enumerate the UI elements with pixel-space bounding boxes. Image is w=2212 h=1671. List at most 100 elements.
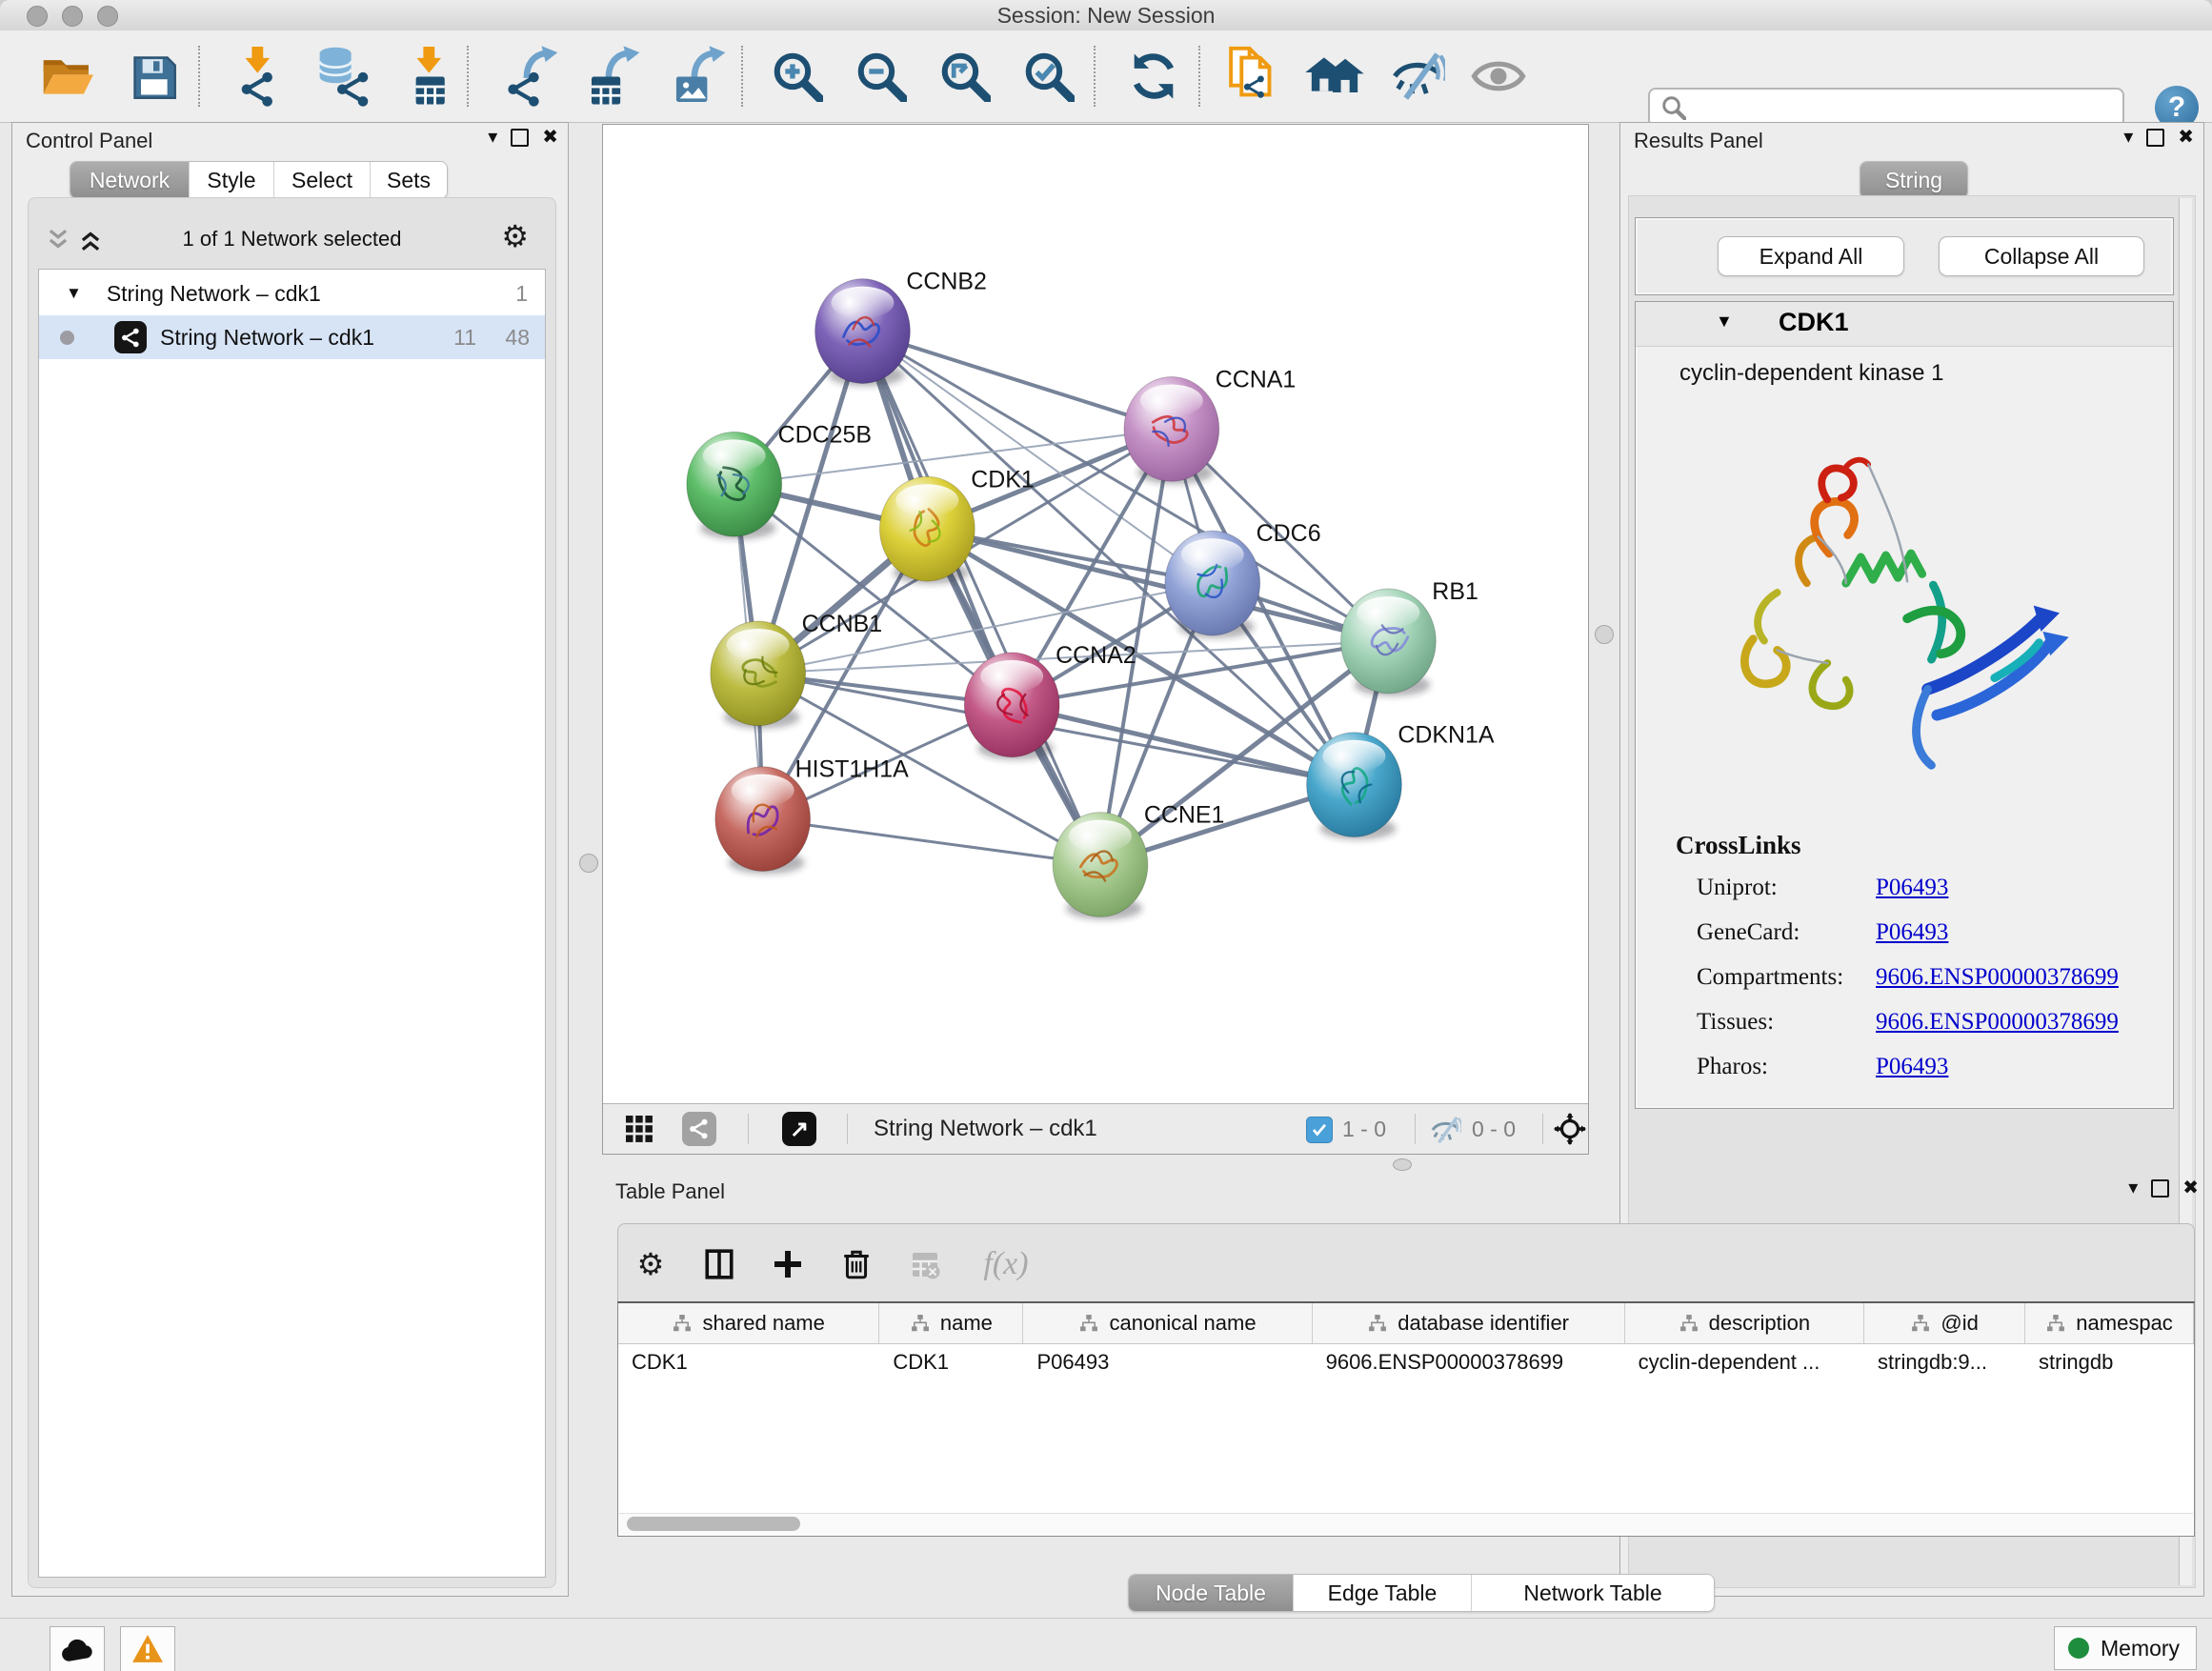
crosslink-link[interactable]: P06493	[1876, 875, 1948, 901]
splitter-handle-horizontal[interactable]	[1393, 1158, 1412, 1171]
open-in-browser-chip[interactable]: ↗	[782, 1112, 816, 1146]
network-edge-CCNA2-CDKN1A[interactable]	[1012, 705, 1354, 785]
grid-view-icon[interactable]	[624, 1114, 654, 1144]
table-panel-float-icon[interactable]	[2151, 1179, 2169, 1198]
column-header-shared-name[interactable]: shared name	[618, 1303, 879, 1343]
zoom-out-button[interactable]	[850, 44, 913, 109]
control-panel-close-icon[interactable]: ✖	[542, 128, 558, 147]
refresh-button[interactable]	[1122, 44, 1185, 109]
expand-all-button[interactable]: Expand All	[1718, 236, 1904, 276]
zoom-fit-button[interactable]	[934, 44, 996, 109]
export-network-button[interactable]	[501, 44, 564, 109]
network-canvas[interactable]: CCNB2CCNA1CDC25BCDK1CDC6RB1CCNB1CCNA2CDK…	[603, 125, 1588, 1104]
tab-style[interactable]: Style	[190, 162, 274, 198]
results-panel-menu-icon[interactable]: ▾	[2123, 128, 2133, 147]
table-cell[interactable]: stringdb:9...	[1864, 1343, 2025, 1381]
table-cell[interactable]: stringdb	[2025, 1343, 2194, 1381]
fit-content-crosshair-icon[interactable]	[1554, 1113, 1586, 1145]
tab-node-table[interactable]: Node Table	[1129, 1575, 1294, 1611]
clone-network-button[interactable]	[1219, 44, 1282, 109]
network-edge-HIST1H1A-CCNE1[interactable]	[763, 819, 1100, 865]
table-cell[interactable]: P06493	[1023, 1343, 1312, 1381]
crosslink-link[interactable]: 9606.ENSP00000378699	[1876, 964, 2119, 991]
network-edge-CCNB2-CCNE1[interactable]	[862, 332, 1100, 865]
network-node-RB1[interactable]: RB1	[1340, 578, 1478, 696]
crosslink-link[interactable]: 9606.ENSP00000378699	[1876, 1009, 2119, 1036]
expand-collapse-box: Expand All Collapse All	[1635, 217, 2174, 295]
tab-string[interactable]: String	[1860, 162, 1967, 198]
column-header-canonical-name[interactable]: canonical name	[1023, 1303, 1312, 1343]
network-node-CCNB1[interactable]: CCNB1	[711, 611, 882, 729]
table-cell[interactable]: cyclin-dependent ...	[1625, 1343, 1864, 1381]
warnings-button[interactable]	[120, 1626, 175, 1671]
tab-sets[interactable]: Sets	[371, 162, 447, 198]
tab-edge-table[interactable]: Edge Table	[1294, 1575, 1472, 1611]
show-columns-button[interactable]	[698, 1243, 740, 1285]
crosslink-label: GeneCard:	[1697, 919, 1876, 946]
selected-nodes-checkbox[interactable]	[1306, 1117, 1333, 1143]
column-header-namespac[interactable]: namespac	[2025, 1303, 2194, 1343]
import-network-file-button[interactable]	[227, 44, 290, 109]
hide-graphics-details-button[interactable]	[1387, 44, 1450, 109]
control-panel-menu-icon[interactable]: ▾	[488, 128, 497, 147]
search-input[interactable]	[1694, 94, 2107, 121]
table-panel-close-icon[interactable]: ✖	[2182, 1178, 2199, 1198]
table-cell[interactable]: 9606.ENSP00000378699	[1313, 1343, 1625, 1381]
tab-select[interactable]: Select	[274, 162, 371, 198]
open-file-button[interactable]	[36, 44, 99, 109]
zoom-selected-button[interactable]	[1017, 44, 1080, 109]
scrollbar-thumb[interactable]	[627, 1517, 800, 1531]
network-collection-row[interactable]: ▼ String Network – cdk1 1	[39, 272, 545, 315]
save-session-button[interactable]	[122, 44, 185, 109]
memory-button[interactable]: Memory	[2054, 1626, 2197, 1670]
network-options-gear-icon[interactable]: ⚙	[501, 221, 529, 252]
show-all-panels-button[interactable]	[1303, 44, 1366, 109]
show-graphics-details-button[interactable]	[1467, 44, 1530, 109]
column-header-database-identifier[interactable]: database identifier	[1313, 1303, 1625, 1343]
splitter-handle-right[interactable]	[1595, 625, 1614, 644]
control-panel-float-icon[interactable]	[511, 129, 529, 147]
table-panel-menu-icon[interactable]: ▾	[2128, 1178, 2138, 1198]
add-column-button[interactable]	[767, 1243, 809, 1285]
table-cell[interactable]: CDK1	[879, 1343, 1023, 1381]
protein-section: ▼ CDK1 cyclin-dependent kinase 1	[1635, 301, 2174, 1109]
network-edge-CCNB2-CCNA1[interactable]	[862, 332, 1171, 430]
column-label: database identifier	[1398, 1311, 1569, 1336]
table-horizontal-scrollbar[interactable]	[619, 1513, 2193, 1535]
function-builder-button-disabled[interactable]: f(x)	[973, 1243, 1039, 1285]
network-node-HIST1H1A[interactable]: HIST1H1A	[715, 756, 909, 875]
eye-icon	[1471, 56, 1526, 96]
network-node-CCNA2[interactable]: CCNA2	[964, 642, 1136, 760]
network-view-share-chip[interactable]	[682, 1112, 716, 1146]
network-node-CDKN1A[interactable]: CDKN1A	[1307, 722, 1495, 840]
column-header-name[interactable]: name	[879, 1303, 1023, 1343]
results-panel-close-icon[interactable]: ✖	[2178, 128, 2194, 147]
network-node-CCNE1[interactable]: CCNE1	[1053, 802, 1224, 920]
column-header-@id[interactable]: @id	[1864, 1303, 2025, 1343]
column-header-description[interactable]: description	[1625, 1303, 1864, 1343]
crosslink-link[interactable]: P06493	[1876, 1054, 1948, 1080]
network-row[interactable]: String Network – cdk1 11 48	[39, 315, 545, 359]
collapse-all-button[interactable]: Collapse All	[1939, 236, 2144, 276]
protein-name: CDK1	[1779, 308, 1849, 337]
table-cell[interactable]: CDK1	[618, 1343, 879, 1381]
export-table-button[interactable]	[583, 44, 646, 109]
results-panel-float-icon[interactable]	[2146, 129, 2164, 147]
import-network-database-button[interactable]	[311, 44, 373, 109]
delete-table-button-disabled[interactable]	[904, 1243, 946, 1285]
export-image-button[interactable]	[669, 44, 732, 109]
section-expanded-icon[interactable]: ▼	[1716, 312, 1733, 332]
crosslink-link[interactable]: P06493	[1876, 919, 1948, 946]
cloud-status-button[interactable]	[50, 1626, 105, 1671]
tree-expanded-icon[interactable]: ▼	[66, 284, 82, 303]
protein-section-header[interactable]: ▼ CDK1	[1636, 302, 2173, 347]
table-settings-button[interactable]: ⚙	[630, 1243, 672, 1285]
tab-network-table[interactable]: Network Table	[1472, 1575, 1714, 1611]
splitter-handle-left[interactable]	[579, 854, 598, 873]
tab-network[interactable]: Network	[70, 162, 190, 198]
import-table-file-button[interactable]	[398, 44, 461, 109]
network-node-CCNB2[interactable]: CCNB2	[815, 269, 987, 387]
delete-column-button[interactable]	[835, 1243, 877, 1285]
table-row[interactable]: CDK1CDK1P064939606.ENSP00000378699cyclin…	[618, 1343, 2194, 1381]
zoom-in-button[interactable]	[766, 44, 829, 109]
